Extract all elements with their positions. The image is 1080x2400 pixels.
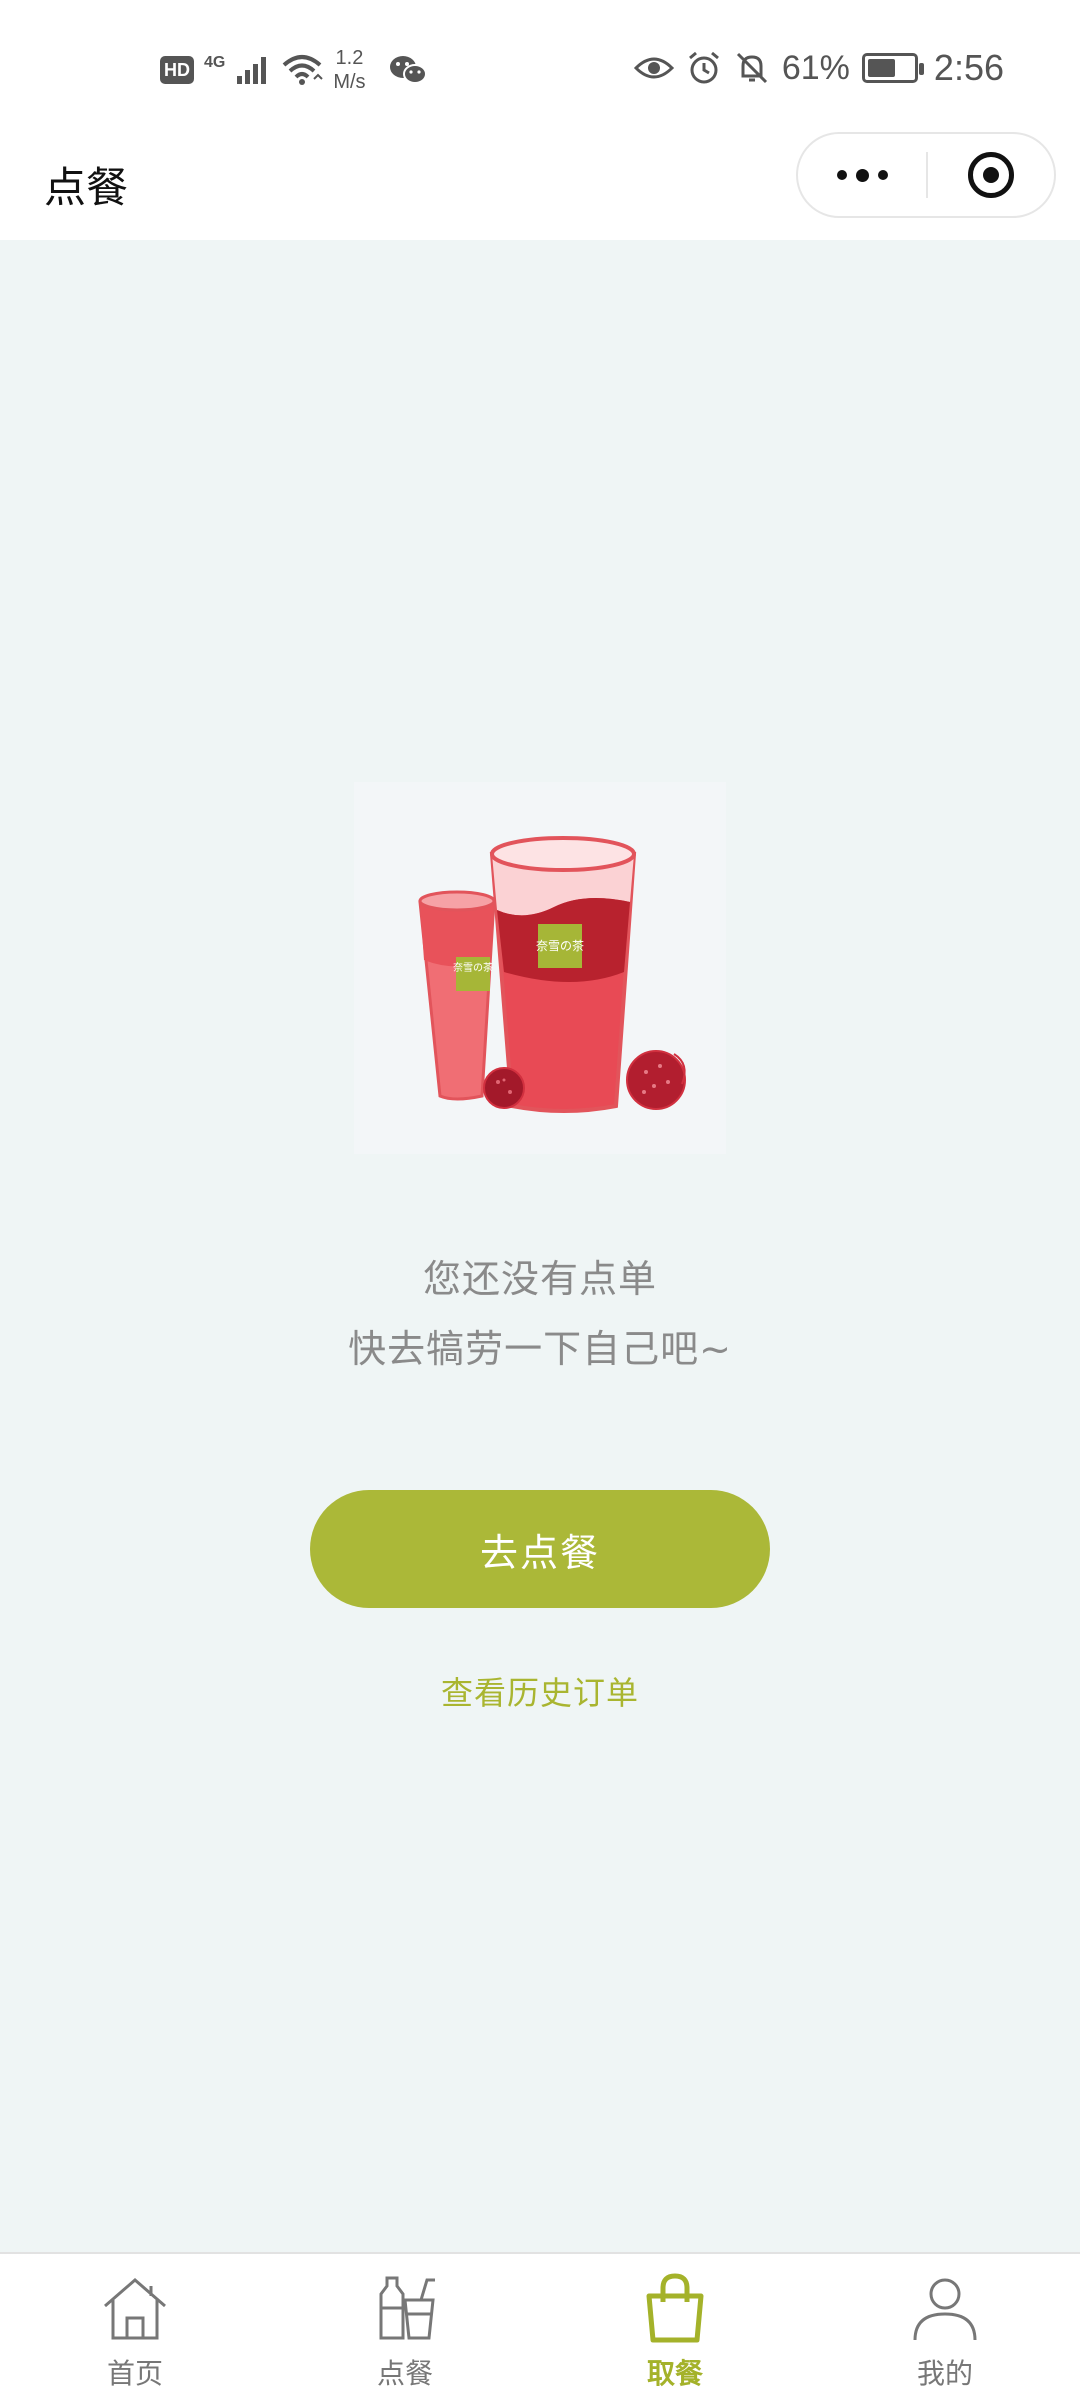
svg-text:奈雪の茶: 奈雪の茶 [536, 938, 584, 953]
alarm-icon [688, 51, 719, 84]
home-icon [104, 2278, 166, 2340]
tab-label: 我的 [916, 2357, 973, 2390]
more-dot-icon [855, 168, 869, 182]
tab-home[interactable]: 首页 [0, 2254, 270, 2400]
status-left: HD 4G 1.2 M/s [160, 46, 428, 94]
hd-badge: HD [160, 56, 194, 84]
status-right: 61% 2:56 [633, 46, 1004, 90]
drinks-illustration: 奈雪の茶 奈雪の茶 [418, 836, 686, 1113]
empty-submessage: 快去犒劳一下自己吧~ [348, 1327, 732, 1371]
tab-profile[interactable]: 我的 [810, 2254, 1080, 2400]
svg-text:奈雪の茶: 奈雪の茶 [453, 961, 493, 974]
network-speed: 1.2 M/s [333, 46, 365, 94]
battery-percent: 61% [781, 48, 850, 87]
eye-icon [633, 57, 674, 79]
tab-label: 取餐 [646, 2357, 703, 2390]
target-icon [968, 152, 1014, 198]
bell-off-icon [736, 52, 767, 84]
tab-pickup[interactable]: 取餐 [540, 2254, 810, 2400]
tab-order[interactable]: 点餐 [270, 2254, 540, 2400]
status-bar: HD 4G 1.2 M/s 61% 2:56 [0, 0, 1080, 136]
miniprogram-capsule [796, 132, 1056, 218]
wechat-icon [389, 56, 427, 84]
more-button[interactable] [798, 134, 926, 216]
more-dot-icon [877, 170, 888, 180]
battery-level [867, 59, 895, 77]
wifi-icon [283, 55, 324, 85]
clock: 2:56 [933, 47, 1004, 88]
speed-unit: M/s [333, 71, 366, 93]
go-order-button[interactable]: 去点餐 [310, 1490, 770, 1608]
page-title: 点餐 [44, 163, 129, 212]
profile-icon [913, 2278, 977, 2341]
close-miniprogram-button[interactable] [928, 134, 1054, 216]
order-history-link[interactable]: 查看历史订单 [0, 1668, 1080, 1714]
empty-illustration: 奈雪の茶 奈雪の茶 [354, 782, 726, 1154]
speed-value: 1.2 [335, 47, 364, 69]
signal-icon [237, 57, 267, 84]
tab-label: 首页 [106, 2357, 163, 2390]
empty-message: 您还没有点单 [422, 1257, 657, 1301]
bag-icon [646, 2273, 704, 2343]
network-type: 4G [204, 54, 226, 71]
bottom-tab-bar: 首页 点餐 取餐 我的 [0, 2252, 1080, 2400]
more-dot-icon [836, 170, 847, 180]
battery-icon [861, 53, 924, 83]
drinks-icon [379, 2276, 435, 2340]
tab-label: 点餐 [376, 2357, 433, 2390]
